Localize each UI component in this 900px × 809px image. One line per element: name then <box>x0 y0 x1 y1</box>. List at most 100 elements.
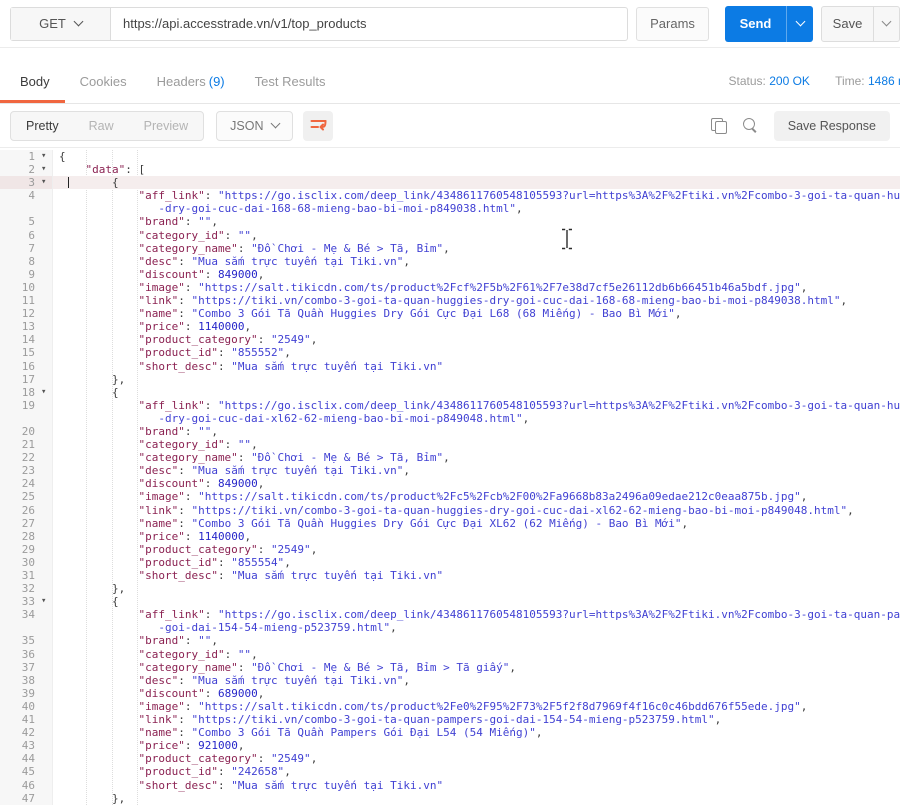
copy-icon[interactable] <box>710 118 727 134</box>
code-text: "brand": "", <box>138 634 218 648</box>
code-text: "short_desc": "Mua sắm trực tuyến tại Ti… <box>138 778 444 792</box>
fold-gutter <box>40 503 53 517</box>
code-text: "name": "Combo 3 Gói Tã Quần Huggies Dry… <box>138 307 682 321</box>
code-line: 5 "brand": "", <box>0 215 900 229</box>
fold-gutter <box>40 713 53 727</box>
line-number: 41 <box>0 713 40 727</box>
view-mode-pretty[interactable]: Pretty <box>11 112 74 140</box>
tab-body[interactable]: Body <box>0 63 65 103</box>
fold-toggle-icon[interactable]: ▾ <box>40 150 53 164</box>
fold-gutter <box>40 752 53 766</box>
method-label: GET <box>39 16 66 31</box>
fold-gutter <box>40 228 53 242</box>
code-text: "product_id": "855554", <box>138 555 291 569</box>
code-line: 44 "product_category": "2549", <box>0 752 900 766</box>
line-number: 27 <box>0 516 40 530</box>
code-line: 38 "desc": "Mua sắm trực tuyến tại Tiki.v… <box>0 673 900 687</box>
line-number: 10 <box>0 280 40 295</box>
fold-gutter <box>40 634 53 648</box>
code-text: "short_desc": "Mua sắm trực tuyến tại Ti… <box>138 569 444 582</box>
line-number: 22 <box>0 451 40 465</box>
code-line: 2 ▾ "data": [ <box>0 163 900 177</box>
code-text: "desc": "Mua sắm trực tuyến tại Tiki.vn"… <box>138 254 411 268</box>
response-meta: Status: 200 OK Time: 1486 ms <box>729 74 900 88</box>
code-text: "category_id": "", <box>138 647 258 661</box>
tab-cookies[interactable]: Cookies <box>65 63 142 103</box>
code-line: -dry-goi-cuc-dai-168-68-mieng-bao-bi-moi… <box>0 202 900 216</box>
request-bar: GET Params Send Save <box>0 0 900 48</box>
code-line: 19 "aff_link": "https://go.isclix.com/dee… <box>0 398 900 412</box>
tab-headers[interactable]: Headers (9) <box>142 63 240 103</box>
line-number: 40 <box>0 699 40 714</box>
send-dropdown-button[interactable] <box>786 5 813 42</box>
code-text: "image": "https://salt.tikicdn.com/ts/pr… <box>138 699 808 713</box>
line-number: 47 <box>0 791 40 805</box>
code-line: 1 ▾ { <box>0 150 900 164</box>
fold-gutter <box>40 189 53 203</box>
code-text: { <box>111 176 119 190</box>
code-text: -dry-goi-cuc-dai-xl62-62-mieng-bao-bi-mo… <box>158 411 530 425</box>
json-viewer[interactable]: 1 ▾{2 ▾ "data": [3 ▾{4 "aff_link": "https://g… <box>0 150 900 805</box>
code-text: "brand": "", <box>138 215 218 229</box>
code-text: "discount": 849000, <box>138 267 265 281</box>
fold-toggle-icon[interactable]: ▾ <box>40 595 53 609</box>
view-mode-preview[interactable]: Preview <box>129 112 203 140</box>
language-select[interactable]: JSON <box>216 110 294 141</box>
method-select[interactable]: GET <box>11 7 111 40</box>
line-number: 4 <box>0 189 40 203</box>
search-icon[interactable] <box>742 117 759 134</box>
fold-gutter <box>40 673 53 687</box>
line-number: 21 <box>0 438 40 452</box>
line-number: 32 <box>0 582 40 596</box>
code-text: "link": "https://tiki.vn/combo-3-goi-ta-… <box>138 503 854 517</box>
code-text: "discount": 689000, <box>138 686 265 700</box>
code-line: 24 "discount": 849000, <box>0 477 900 491</box>
code-text: "aff_link": "https://go.isclix.com/deep_… <box>138 398 900 412</box>
code-line: 3 ▾ { <box>0 176 900 190</box>
tab-body-label: Body <box>20 74 50 89</box>
save-dropdown-button[interactable] <box>874 5 900 42</box>
wrap-text-button[interactable] <box>303 110 334 141</box>
send-button[interactable]: Send <box>725 5 786 42</box>
line-number: 24 <box>0 477 40 491</box>
fold-gutter <box>40 451 53 465</box>
code-text: "image": "https://salt.tikicdn.com/ts/pr… <box>138 490 808 504</box>
fold-gutter <box>40 516 53 530</box>
fold-gutter <box>40 215 53 229</box>
fold-gutter <box>40 477 53 491</box>
fold-toggle-icon[interactable]: ▾ <box>40 176 53 190</box>
code-text: "category_name": "Đồ Chơi - Mẹ & Bé > Tã… <box>138 660 516 674</box>
tab-test-results[interactable]: Test Results <box>240 63 341 103</box>
line-number: 30 <box>0 555 40 569</box>
send-split-button: Send <box>725 5 813 42</box>
code-line: 47}, <box>0 791 900 805</box>
code-text: -dry-goi-cuc-dai-168-68-mieng-bao-bi-moi… <box>158 202 523 216</box>
line-number: 11 <box>0 294 40 308</box>
code-text: "category_name": "Đồ Chơi - Mẹ & Bé > Tã… <box>138 451 450 465</box>
code-line: 18 ▾ { <box>0 385 900 399</box>
time-value: 1486 ms <box>867 74 900 88</box>
fold-toggle-icon[interactable]: ▾ <box>40 163 53 177</box>
url-input[interactable] <box>111 7 628 40</box>
line-number: 35 <box>0 634 40 648</box>
params-button[interactable]: Params <box>636 6 709 41</box>
code-line: 26 "link": "https://tiki.vn/combo-3-goi-t… <box>0 503 900 517</box>
code-line: 6 "category_id": "", <box>0 228 900 242</box>
view-mode-raw[interactable]: Raw <box>74 112 129 140</box>
code-line: 17}, <box>0 372 900 386</box>
fold-toggle-icon[interactable]: ▾ <box>40 385 53 399</box>
fold-gutter <box>40 411 53 425</box>
save-response-button[interactable]: Save Response <box>773 110 890 141</box>
fold-gutter <box>40 490 53 504</box>
tab-test-results-label: Test Results <box>254 74 326 89</box>
tab-headers-label: Headers <box>156 74 206 89</box>
wrap-text-icon <box>310 120 327 131</box>
fold-gutter <box>40 660 53 674</box>
line-number: 16 <box>0 359 40 373</box>
request-url-group: GET <box>10 6 629 41</box>
code-line: 21 "category_id": "", <box>0 438 900 452</box>
code-text: "desc": "Mua sắm trực tuyến tại Tiki.vn"… <box>138 464 411 478</box>
language-label: JSON <box>230 118 264 133</box>
save-button[interactable]: Save <box>821 5 874 42</box>
chevron-down-icon <box>271 118 281 129</box>
